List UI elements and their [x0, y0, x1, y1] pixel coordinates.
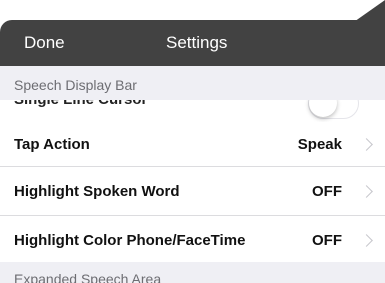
row-label: Single Line Cursor	[14, 100, 147, 108]
done-button[interactable]: Done	[24, 20, 65, 66]
row-label: Highlight Spoken Word	[14, 183, 180, 200]
section-header-expanded-speech-area: Expanded Speech Area	[0, 262, 385, 283]
row-label: Tap Action	[14, 136, 90, 153]
row-value: OFF	[312, 232, 342, 249]
chevron-right-icon	[360, 234, 373, 247]
row-value: OFF	[312, 183, 342, 200]
chevron-right-icon	[360, 185, 373, 198]
row-tap-action[interactable]: Tap Action Speak	[0, 122, 385, 167]
single-line-cursor-toggle[interactable]	[308, 100, 359, 119]
chevron-right-icon	[360, 138, 373, 151]
nav-title: Settings	[166, 33, 228, 52]
row-single-line-cursor[interactable]: Single Line Cursor	[0, 100, 385, 123]
settings-popover: Done Settings Speech Display Bar Single …	[0, 0, 385, 283]
row-value: Speak	[297, 136, 342, 153]
section-header-label: Expanded Speech Area	[14, 271, 162, 283]
toggle-knob	[309, 100, 337, 117]
navigation-bar: Done Settings	[0, 20, 385, 66]
row-highlight-spoken-word[interactable]: Highlight Spoken Word OFF	[0, 167, 385, 216]
section-header-speech-display-bar: Speech Display Bar	[0, 66, 385, 101]
section-header-label: Speech Display Bar	[14, 77, 137, 93]
row-highlight-color-phone-facetime[interactable]: Highlight Color Phone/FaceTime OFF	[0, 216, 385, 263]
row-label: Highlight Color Phone/FaceTime	[14, 232, 246, 249]
